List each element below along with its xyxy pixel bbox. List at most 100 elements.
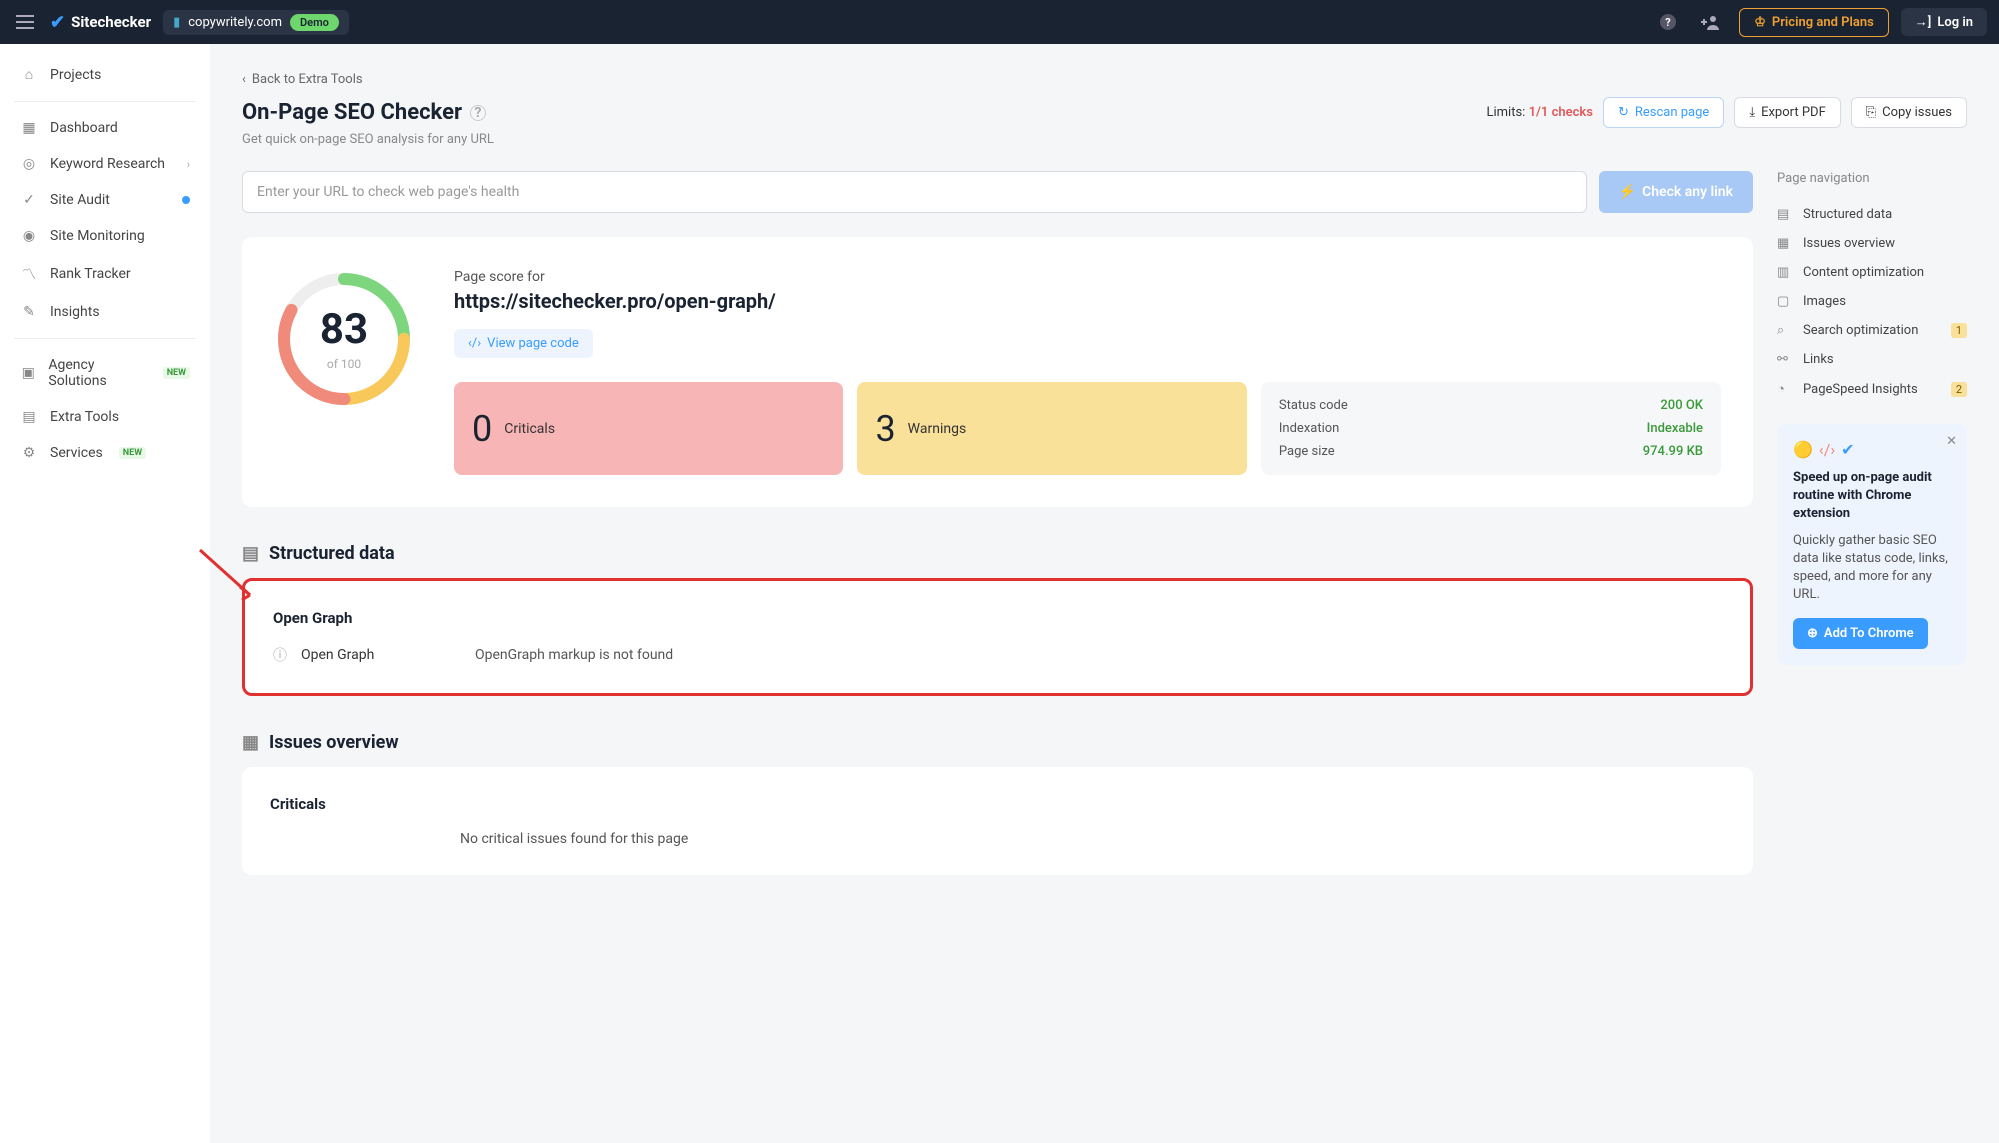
copy-issues-button[interactable]: ⎘ Copy issues [1851, 97, 1967, 128]
sidebar-label: Services [50, 445, 103, 461]
login-button[interactable]: →] Log in [1901, 8, 1987, 36]
check-link-button[interactable]: ⚡ Check any link [1599, 171, 1753, 213]
check-label: Check any link [1642, 184, 1733, 200]
search-icon: ⌕ [1777, 323, 1793, 338]
close-icon[interactable]: ✕ [1946, 434, 1957, 449]
nav-label: Structured data [1803, 207, 1892, 222]
db-icon: ▤ [242, 543, 259, 564]
sidebar-label: Site Audit [50, 192, 110, 208]
site-chip[interactable]: ▮ copywritely.com Demo [163, 10, 349, 35]
sidebar-insights[interactable]: ✎ Insights [0, 294, 210, 330]
issues-icon: ▦ [1777, 236, 1793, 251]
warnings-count: 3 [875, 408, 895, 450]
nav-label: Links [1803, 352, 1834, 367]
speed-icon: ◔ [1777, 381, 1793, 397]
main-content: ‹ Back to Extra Tools On-Page SEO Checke… [210, 44, 1999, 1143]
page-title: On-Page SEO Checker ? [242, 100, 486, 125]
svg-text:?: ? [1665, 16, 1671, 29]
status-label: Status code [1279, 398, 1348, 413]
sidebar-dashboard[interactable]: ▦ Dashboard [0, 110, 210, 146]
topbar: ✔ Sitechecker ▮ copywritely.com Demo ? ♔… [0, 0, 1999, 44]
menu-icon[interactable] [12, 11, 38, 33]
pricing-button[interactable]: ♔ Pricing and Plans [1739, 8, 1889, 37]
sidebar-projects[interactable]: ⌂ Projects [0, 56, 210, 93]
sidebar-label: Insights [50, 304, 100, 320]
url-input[interactable] [242, 171, 1587, 213]
help-tooltip-icon[interactable]: ? [470, 105, 486, 121]
site-chip-label: copywritely.com [188, 15, 282, 30]
sidebar-label: Site Monitoring [50, 228, 145, 244]
brand-text: Sitechecker [71, 13, 151, 31]
nav-label: Images [1803, 294, 1846, 309]
new-badge: NEW [163, 367, 190, 379]
sidebar-label: Projects [50, 67, 101, 83]
score-circle: 83 of 100 [274, 269, 414, 409]
db-icon: ▤ [1777, 207, 1793, 222]
nav-label: Issues overview [1803, 236, 1895, 251]
chrome-extension-promo: ✕ 🟡 ‹/› ✔ Speed up on-page audit routine… [1777, 424, 1967, 665]
nav-structured-data[interactable]: ▤ Structured data [1777, 200, 1967, 229]
nav-search-optimization[interactable]: ⌕ Search optimization 1 [1777, 316, 1967, 345]
nav-links[interactable]: ⚯ Links [1777, 345, 1967, 374]
size-value: 974.99 KB [1643, 444, 1703, 459]
sidebar-label: Keyword Research [50, 156, 165, 172]
sidebar-label: Agency Solutions [48, 357, 146, 389]
export-pdf-button[interactable]: ⤓ Export PDF [1734, 97, 1840, 128]
open-graph-card: Open Graph ⓘ Open Graph OpenGraph markup… [242, 578, 1753, 696]
rescan-label: Rescan page [1635, 105, 1709, 120]
check-icon: ✔ [1841, 440, 1854, 459]
nav-label: Content optimization [1803, 265, 1924, 280]
sidebar-rank-tracker[interactable]: 〽 Rank Tracker [0, 254, 210, 294]
nav-title: Page navigation [1777, 171, 1967, 186]
nav-content-optimization[interactable]: ▥ Content optimization [1777, 258, 1967, 287]
limits-text: Limits: 1/1 checks [1486, 105, 1592, 120]
page-info-stat: Status code 200 OK Indexation Indexable … [1261, 382, 1721, 475]
chevron-right-icon: › [187, 158, 190, 171]
image-icon: ▢ [1777, 294, 1793, 309]
info-icon[interactable]: ⓘ [273, 645, 287, 665]
issues-icon: ▦ [242, 732, 259, 753]
sidebar-services[interactable]: ⚙ Services NEW [0, 435, 210, 471]
promo-title: Speed up on-page audit routine with Chro… [1793, 469, 1951, 524]
export-label: Export PDF [1761, 105, 1826, 120]
sidebar-agency[interactable]: ▣ Agency Solutions NEW [0, 347, 210, 399]
sidebar-keyword-research[interactable]: ◎ Keyword Research › [0, 146, 210, 182]
nav-images[interactable]: ▢ Images [1777, 287, 1967, 316]
view-code-button[interactable]: ‹/› View page code [454, 329, 593, 358]
dashboard-icon: ▦ [20, 120, 38, 136]
score-value: 83 [274, 305, 414, 354]
add-to-chrome-button[interactable]: ⊕ Add To Chrome [1793, 618, 1928, 649]
demo-badge: Demo [290, 14, 339, 31]
warnings-stat: 3 Warnings [857, 382, 1246, 475]
sidebar-label: Rank Tracker [50, 266, 131, 282]
nav-issues-overview[interactable]: ▦ Issues overview [1777, 229, 1967, 258]
score-for-label: Page score for [454, 269, 1721, 285]
og-value: OpenGraph markup is not found [475, 647, 673, 663]
criticals-text: No critical issues found for this page [460, 831, 688, 847]
login-label: Log in [1937, 15, 1973, 30]
back-link[interactable]: ‹ Back to Extra Tools [242, 72, 363, 87]
help-icon[interactable]: ? [1653, 7, 1683, 37]
nav-label: Search optimization [1803, 323, 1918, 338]
limits-value: 1/1 checks [1529, 105, 1593, 120]
og-label: Open Graph [301, 647, 461, 663]
nav-label: PageSpeed Insights [1803, 382, 1918, 397]
criticals-count: 0 [472, 408, 492, 450]
promo-icons: 🟡 ‹/› ✔ [1793, 440, 1951, 459]
sidebar-site-audit[interactable]: ✓ Site Audit [0, 182, 210, 218]
logo[interactable]: ✔ Sitechecker [50, 12, 151, 33]
add-user-icon[interactable] [1695, 7, 1727, 37]
criticals-title: Criticals [270, 795, 1725, 813]
promo-cta-label: Add To Chrome [1824, 626, 1914, 641]
target-icon: ◎ [20, 156, 38, 172]
rescan-button[interactable]: ↻ Rescan page [1603, 97, 1724, 128]
nav-pagespeed[interactable]: ◔ PageSpeed Insights 2 [1777, 374, 1967, 404]
login-icon: →] [1915, 14, 1932, 30]
size-label: Page size [1279, 444, 1335, 459]
new-badge: NEW [119, 447, 146, 459]
page-title-text: On-Page SEO Checker [242, 100, 462, 125]
sidebar-site-monitoring[interactable]: ◉ Site Monitoring [0, 218, 210, 254]
sidebar-extra-tools[interactable]: ▤ Extra Tools [0, 399, 210, 435]
structured-data-title: ▤ Structured data [242, 543, 1753, 564]
criticals-label: Criticals [504, 421, 555, 437]
